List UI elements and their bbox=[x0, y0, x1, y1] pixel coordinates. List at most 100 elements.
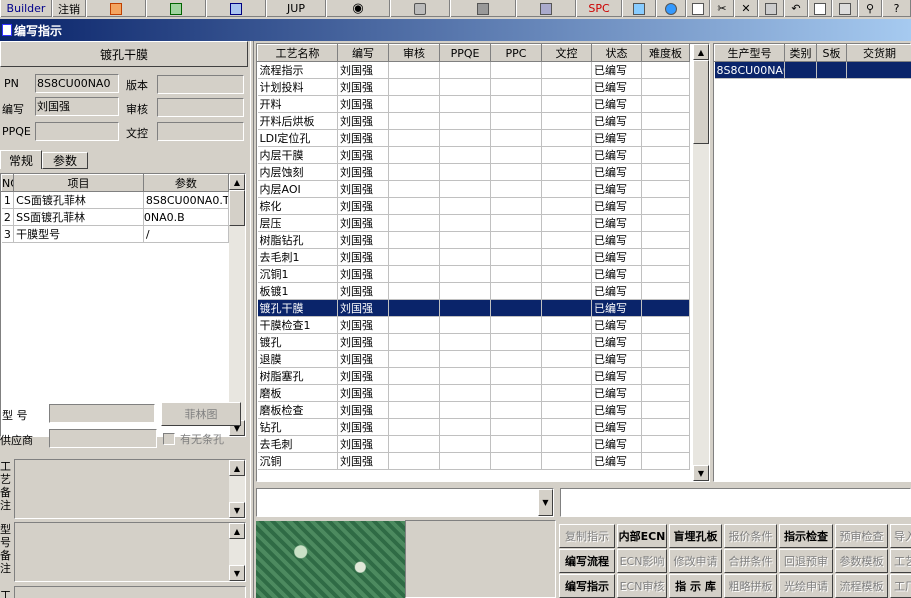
scroll-down-icon[interactable]: ▼ bbox=[229, 502, 245, 518]
process-col-header[interactable]: PPQE bbox=[439, 44, 491, 62]
delete-button[interactable]: ✕ bbox=[734, 0, 758, 17]
process-col-header[interactable]: 难度板 bbox=[641, 44, 690, 62]
bottom-note-field[interactable] bbox=[14, 586, 246, 598]
new-file-button[interactable] bbox=[686, 0, 710, 17]
version-field[interactable] bbox=[157, 75, 244, 94]
scroll-down-icon[interactable]: ▼ bbox=[693, 465, 709, 481]
toolbar-db-button[interactable] bbox=[390, 0, 450, 17]
toolbar-computer-button[interactable] bbox=[516, 0, 576, 17]
scroll-up-icon[interactable]: ▲ bbox=[693, 44, 709, 60]
action-button[interactable]: 编写流程 bbox=[559, 549, 615, 573]
process-scrollbar[interactable]: ▲ ▼ bbox=[693, 44, 709, 481]
process-row[interactable]: 流程指示 刘国强 已编写 bbox=[257, 61, 690, 79]
doc-control-field[interactable] bbox=[157, 122, 244, 141]
process-col-header[interactable]: 编写 bbox=[337, 44, 389, 62]
process-row[interactable]: 内层蚀刻 刘国强 已编写 bbox=[257, 163, 690, 181]
process-row[interactable]: 计划投料 刘国强 已编写 bbox=[257, 78, 690, 96]
process-row[interactable]: 镀孔 刘国强 已编写 bbox=[257, 333, 690, 351]
param-row[interactable]: 2 SS面镀孔菲林 0NA0.B bbox=[1, 208, 230, 226]
toolbar-word-button[interactable] bbox=[206, 0, 266, 17]
save-button[interactable] bbox=[758, 0, 784, 17]
process-row[interactable]: 层压 刘国强 已编写 bbox=[257, 214, 690, 232]
process-row[interactable]: 去毛刺1 刘国强 已编写 bbox=[257, 248, 690, 266]
action-button[interactable]: 编写指示 bbox=[559, 574, 615, 598]
process-col-header[interactable]: PPC bbox=[490, 44, 542, 62]
action-button[interactable]: 内部ECN bbox=[617, 524, 667, 548]
author-field[interactable]: 刘国强 bbox=[35, 97, 119, 116]
process-row[interactable]: 干膜检查1 刘国强 已编写 bbox=[257, 316, 690, 334]
action-button[interactable]: ECN审核 bbox=[617, 574, 667, 598]
action-button[interactable]: 指 示 库 bbox=[669, 574, 722, 598]
model-col-header[interactable]: S板 bbox=[816, 44, 847, 62]
process-row[interactable]: 磨板 刘国强 已编写 bbox=[257, 384, 690, 402]
action-button[interactable]: 回退预审 bbox=[779, 549, 833, 573]
model-field[interactable] bbox=[49, 404, 155, 423]
action-button[interactable]: 修改申请 bbox=[669, 549, 722, 573]
spc-button[interactable]: SPC bbox=[576, 0, 622, 17]
action-button[interactable]: 粗略拼板 bbox=[724, 574, 777, 598]
process-col-header[interactable]: 审核 bbox=[388, 44, 440, 62]
param-col-no[interactable]: NO bbox=[0, 174, 15, 192]
process-row[interactable]: 去毛刺 刘国强 已编写 bbox=[257, 435, 690, 453]
process-col-header[interactable]: 工艺名称 bbox=[257, 44, 338, 62]
action-button[interactable]: 参数模板 bbox=[835, 549, 888, 573]
action-button[interactable]: 流程模板 bbox=[835, 574, 888, 598]
toolbar-network-button[interactable] bbox=[450, 0, 516, 17]
model-note-field[interactable]: ▲ ▼ bbox=[14, 522, 246, 582]
film-image-button[interactable]: 菲林图 bbox=[161, 402, 241, 426]
process-row[interactable]: 镀孔干膜 刘国强 已编写 bbox=[257, 299, 690, 317]
bottom-combo[interactable]: ▼ bbox=[256, 488, 554, 517]
process-row[interactable]: 开料 刘国强 已编写 bbox=[257, 95, 690, 113]
toolbar-excel-button[interactable] bbox=[146, 0, 206, 17]
action-button[interactable]: 工艺 bbox=[890, 549, 911, 573]
scroll-up-icon[interactable]: ▲ bbox=[229, 460, 245, 476]
action-button[interactable]: 光绘申请 bbox=[779, 574, 833, 598]
toolbar-ppt-button[interactable] bbox=[86, 0, 146, 17]
no-slot-checkbox[interactable] bbox=[163, 433, 175, 445]
logout-button[interactable]: 注销 bbox=[52, 0, 86, 17]
param-col-item[interactable]: 项目 bbox=[13, 174, 144, 192]
cut-button[interactable]: ✂ bbox=[710, 0, 734, 17]
model-row[interactable]: 8S8CU00NA0 bbox=[714, 61, 911, 79]
bottom-text-field[interactable] bbox=[560, 488, 911, 517]
param-col-param[interactable]: 参数 bbox=[142, 174, 230, 192]
undo-button[interactable]: ↶ bbox=[784, 0, 808, 17]
param-row[interactable]: 3 干膜型号 / bbox=[1, 225, 230, 243]
process-row[interactable]: 开料后烘板 刘国强 已编写 bbox=[257, 112, 690, 130]
help-button[interactable]: ? bbox=[882, 0, 911, 17]
action-button[interactable]: 预审检查 bbox=[835, 524, 888, 548]
preview-button[interactable] bbox=[808, 0, 832, 17]
process-note-scrollbar[interactable]: ▲ ▼ bbox=[229, 460, 245, 518]
review-field[interactable] bbox=[157, 98, 244, 117]
process-row[interactable]: 沉铜1 刘国强 已编写 bbox=[257, 265, 690, 283]
process-row[interactable]: 树脂塞孔 刘国强 已编写 bbox=[257, 367, 690, 385]
toolbar-view-button[interactable]: ◉ bbox=[326, 0, 390, 17]
param-scroll-thumb[interactable] bbox=[229, 190, 245, 226]
process-row[interactable]: 树脂钻孔 刘国强 已编写 bbox=[257, 231, 690, 249]
vertical-splitter[interactable] bbox=[250, 41, 254, 598]
combo-dropdown-icon[interactable]: ▼ bbox=[538, 489, 553, 516]
model-note-scrollbar[interactable]: ▲ ▼ bbox=[229, 523, 245, 581]
ppqe-field[interactable] bbox=[35, 122, 119, 141]
scroll-up-icon[interactable]: ▲ bbox=[229, 174, 245, 190]
pn-field[interactable]: 8S8CU00NA0 bbox=[35, 74, 119, 93]
process-row[interactable]: 内层干膜 刘国强 已编写 bbox=[257, 146, 690, 164]
process-note-field[interactable]: ▲ ▼ bbox=[14, 459, 246, 519]
process-row[interactable]: 磨板检查 刘国强 已编写 bbox=[257, 401, 690, 419]
action-button[interactable]: 指示检查 bbox=[779, 524, 833, 548]
scroll-down-icon[interactable]: ▼ bbox=[229, 565, 245, 581]
model-col-header[interactable]: 类别 bbox=[784, 44, 817, 62]
param-value[interactable]: / bbox=[143, 225, 230, 243]
builder-button[interactable]: Builder bbox=[0, 0, 52, 17]
process-row[interactable]: LDI定位孔 刘国强 已编写 bbox=[257, 129, 690, 147]
process-row[interactable]: 棕化 刘国强 已编写 bbox=[257, 197, 690, 215]
process-row[interactable]: 沉铜 刘国强 已编写 bbox=[257, 452, 690, 470]
action-button[interactable]: 盲埋孔板 bbox=[669, 524, 722, 548]
process-row[interactable]: 板镀1 刘国强 已编写 bbox=[257, 282, 690, 300]
action-button[interactable]: 工厂 bbox=[890, 574, 911, 598]
process-row[interactable]: 钻孔 刘国强 已编写 bbox=[257, 418, 690, 436]
param-value[interactable]: 8S8CU00NA0.T bbox=[143, 191, 230, 209]
param-scrollbar[interactable]: ▲ ▼ bbox=[229, 174, 245, 436]
print-button[interactable] bbox=[832, 0, 858, 17]
find-button[interactable]: ⚲ bbox=[858, 0, 882, 17]
